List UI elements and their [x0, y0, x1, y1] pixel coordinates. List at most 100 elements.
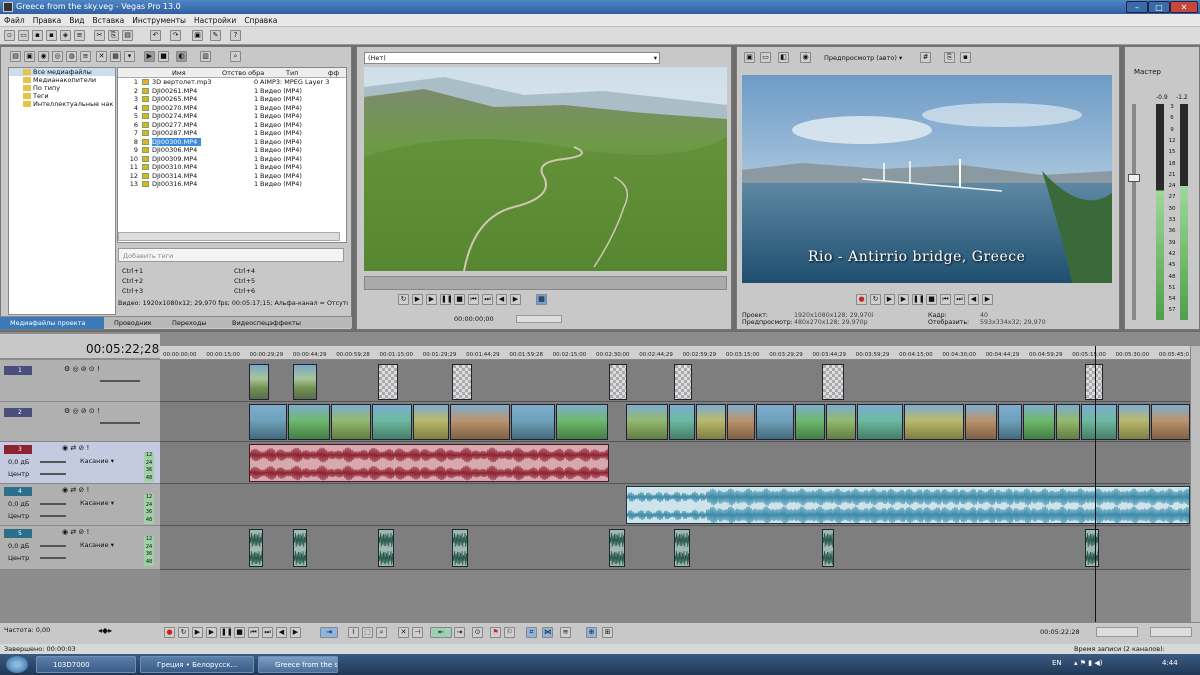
- title-clip[interactable]: [378, 364, 398, 400]
- tree-item-smart-bins[interactable]: Интеллектуальные нак: [9, 100, 115, 108]
- tree-item-tags[interactable]: Теги: [9, 92, 115, 100]
- ripple-edit-icon[interactable]: ≋: [560, 627, 571, 638]
- track-fx-icon[interactable]: ⚙ ◎ ⊘ ⊙ !: [64, 365, 100, 373]
- video-clip[interactable]: [626, 404, 668, 440]
- capture-icon[interactable]: ▣: [24, 51, 35, 62]
- column-count[interactable]: Отство обра: [222, 68, 264, 78]
- track-fx-icon[interactable]: ⚙ ◎ ⊘ ⊙ !: [64, 407, 100, 415]
- menu-insert[interactable]: Вставка: [89, 14, 129, 27]
- selection-tool-icon[interactable]: ⬚: [362, 627, 373, 638]
- tag-shortcut[interactable]: Ctrl+2: [122, 276, 143, 286]
- media-row[interactable]: 3 DJI00265.MP4 1 Видео (MP4): [118, 95, 346, 104]
- snap-icon[interactable]: ✎: [210, 30, 221, 41]
- trimmer-mode-icon[interactable]: ▦: [536, 294, 547, 305]
- video-clip[interactable]: [372, 404, 412, 440]
- tag-shortcut[interactable]: Ctrl+1: [122, 266, 143, 276]
- views-icon[interactable]: ▦: [110, 51, 121, 62]
- menu-file[interactable]: Файл: [0, 14, 29, 27]
- audio-clip-sound[interactable]: [452, 529, 468, 567]
- loop-icon[interactable]: ↻: [398, 294, 409, 305]
- tab-explorer[interactable]: Проводник: [114, 317, 152, 329]
- trim-start-icon[interactable]: ⇤: [430, 627, 452, 638]
- track-header-5[interactable]: 5 ◉ ⇄ ⊘ ! 0,0 дБ Касание ▾ Центр 12 24 36 48: [0, 526, 160, 570]
- keyboard-language[interactable]: EN: [1052, 659, 1062, 667]
- title-clip[interactable]: [822, 364, 844, 400]
- play-icon[interactable]: ▶: [426, 294, 437, 305]
- save-icon[interactable]: ▪: [32, 30, 43, 41]
- audio-clip-sound[interactable]: [822, 529, 834, 567]
- play-icon[interactable]: ▶: [206, 627, 217, 638]
- region-icon[interactable]: ⚐: [504, 627, 515, 638]
- help-icon[interactable]: ?: [230, 30, 241, 41]
- play-preview-icon[interactable]: ▶: [144, 51, 155, 62]
- delete-icon[interactable]: ✕: [96, 51, 107, 62]
- video-clip[interactable]: [1151, 404, 1190, 440]
- effects-icon[interactable]: ◍: [66, 51, 77, 62]
- volume-slider[interactable]: [40, 461, 66, 463]
- menu-help[interactable]: Справка: [240, 14, 281, 27]
- media-row[interactable]: 4 DJI00270.MP4 1 Видео (MP4): [118, 104, 346, 113]
- copy-icon[interactable]: ⎘: [108, 30, 119, 41]
- video-clip[interactable]: [795, 404, 825, 440]
- media-row[interactable]: 6 DJI00277.MP4 1 Видео (MP4): [118, 121, 346, 130]
- trim-icon[interactable]: ⊣: [412, 627, 423, 638]
- search-icon[interactable]: ⌕: [230, 51, 241, 62]
- video-clip[interactable]: [998, 404, 1022, 440]
- video-clip[interactable]: [1056, 404, 1080, 440]
- title-clip[interactable]: [1085, 364, 1103, 400]
- trim-end-icon[interactable]: ⇥: [454, 627, 465, 638]
- column-name[interactable]: Имя: [172, 68, 186, 78]
- menu-view[interactable]: Вид: [65, 14, 88, 27]
- render-icon[interactable]: ◈: [60, 30, 71, 41]
- tree-item-by-type[interactable]: По типу: [9, 84, 115, 92]
- go-end-icon[interactable]: ⏭: [954, 294, 965, 305]
- preview-properties-icon[interactable]: ▣: [744, 52, 755, 63]
- audio-clip-helicopter[interactable]: [249, 444, 609, 482]
- properties-icon-2[interactable]: ≡: [80, 51, 91, 62]
- next-frame-icon[interactable]: ▶: [290, 627, 301, 638]
- stop-preview-icon[interactable]: ■: [158, 51, 169, 62]
- video-clip[interactable]: [669, 404, 695, 440]
- lock-envelopes-icon[interactable]: ⊕: [586, 627, 597, 638]
- video-clip[interactable]: [727, 404, 755, 440]
- new-icon[interactable]: ▫: [4, 30, 15, 41]
- edit-tool-icon[interactable]: ⇥: [320, 627, 338, 638]
- timeline-vertical-scrollbar[interactable]: [1190, 346, 1200, 622]
- paste-icon[interactable]: ▤: [122, 30, 133, 41]
- audio-clip-music[interactable]: [626, 486, 1190, 524]
- title-clip[interactable]: [674, 364, 692, 400]
- taskbar-item-folder[interactable]: 103D7000: [36, 656, 136, 673]
- menu-options[interactable]: Настройки: [190, 14, 240, 27]
- media-row[interactable]: 12 DJI00314.MP4 1 Видео (MP4): [118, 172, 346, 181]
- track-level-slider[interactable]: [100, 422, 140, 424]
- title-clip[interactable]: [293, 364, 317, 400]
- trimmer-selection-field[interactable]: [515, 315, 562, 323]
- properties-icon[interactable]: ≡: [74, 30, 85, 41]
- track-controls-icon[interactable]: ◉ ⇄ ⊘ !: [62, 528, 89, 536]
- ignore-grouping-icon[interactable]: ⊞: [602, 627, 613, 638]
- go-end-icon[interactable]: ⏭: [482, 294, 493, 305]
- stop-icon[interactable]: ■: [454, 294, 465, 305]
- automation-mode[interactable]: Касание ▾: [80, 499, 114, 507]
- tag-shortcut[interactable]: Ctrl+6: [234, 286, 255, 296]
- video-clip[interactable]: [556, 404, 608, 440]
- video-clip[interactable]: [904, 404, 964, 440]
- track-level-slider[interactable]: [100, 380, 140, 382]
- video-clip[interactable]: [1023, 404, 1055, 440]
- prev-frame-icon[interactable]: ◀: [276, 627, 287, 638]
- video-clip[interactable]: [249, 404, 287, 440]
- video-clip[interactable]: [965, 404, 997, 440]
- trimmer-source-dropdown[interactable]: (Нет) ▾: [364, 52, 660, 64]
- open-icon[interactable]: ▭: [18, 30, 29, 41]
- start-button[interactable]: [6, 656, 28, 673]
- video-clip[interactable]: [857, 404, 903, 440]
- undo-icon[interactable]: ↶: [150, 30, 161, 41]
- title-clip[interactable]: [452, 364, 472, 400]
- scrub-control-icon[interactable]: ◂◆▸: [98, 626, 112, 635]
- track-header-1[interactable]: 1 ⚙ ◎ ⊘ ⊙ !: [0, 360, 160, 402]
- tag-shortcut[interactable]: Ctrl+5: [234, 276, 255, 286]
- prev-frame-icon[interactable]: ◀: [968, 294, 979, 305]
- web-icon[interactable]: ◎: [52, 51, 63, 62]
- video-clip[interactable]: [331, 404, 371, 440]
- play-from-start-icon[interactable]: ▶: [884, 294, 895, 305]
